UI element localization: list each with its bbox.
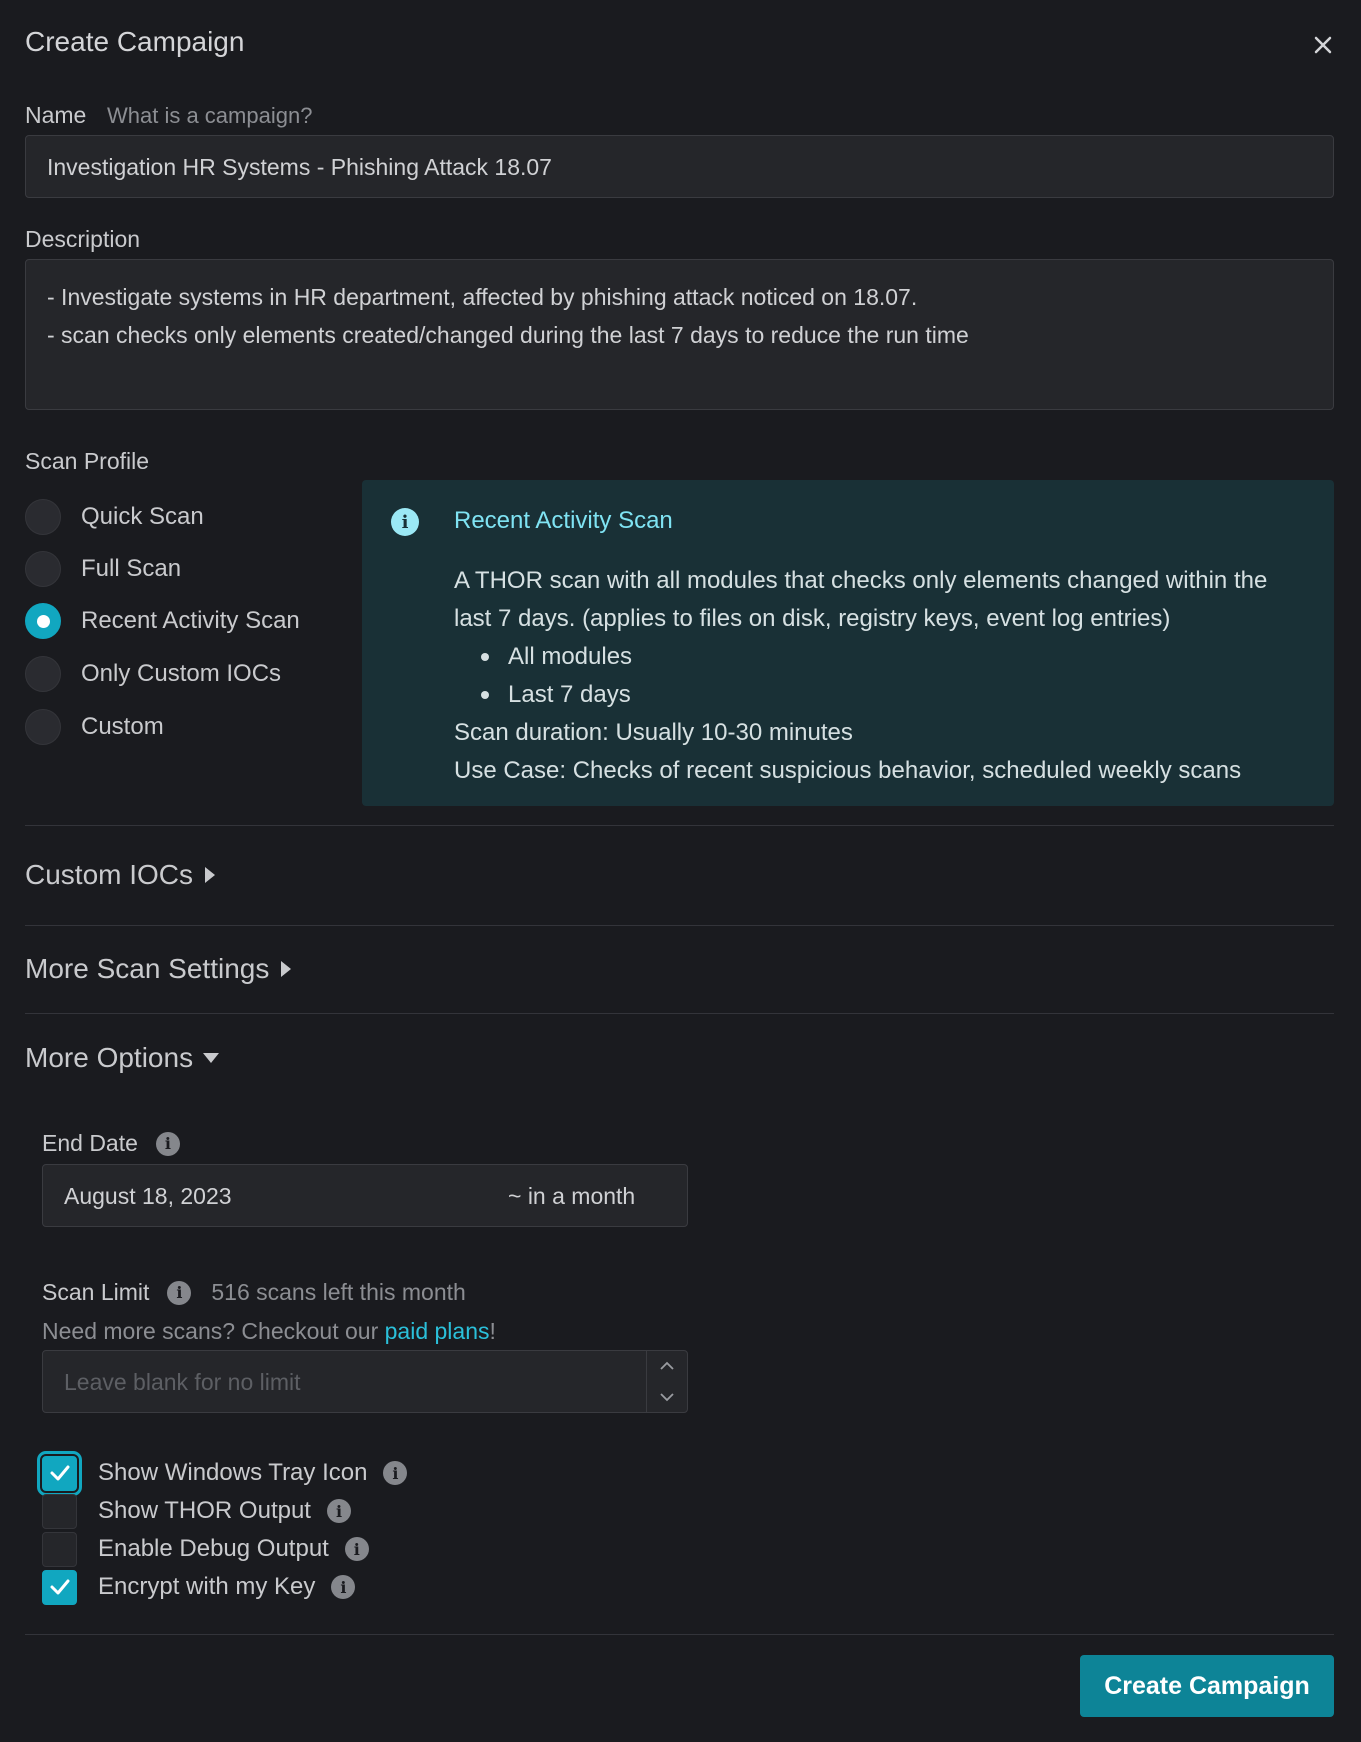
info-bullet: Last 7 days (454, 676, 1267, 714)
checkmark-icon (50, 1465, 69, 1481)
checkmark-icon (50, 1579, 69, 1595)
info-icon[interactable]: i (344, 1537, 369, 1561)
paid-plans-link[interactable]: paid plans (385, 1318, 490, 1344)
info-description-line-1: A THOR scan with all modules that checks… (454, 567, 1268, 594)
checkbox-row-tray-icon[interactable]: Show Windows Tray Icon i (37, 1450, 408, 1496)
checkbox-row-thor-output[interactable]: Show THOR Output i (42, 1493, 351, 1529)
radio-button[interactable] (25, 551, 61, 587)
info-icon[interactable]: i (155, 1131, 180, 1156)
radio-button[interactable] (25, 709, 61, 745)
end-date-label: End Date (42, 1130, 138, 1156)
description-line-1: - Investigate systems in HR department, … (47, 284, 918, 310)
end-date-value: August 18, 2023 (64, 1183, 232, 1209)
caret-down-icon (203, 1053, 220, 1063)
checkbox-checked[interactable] (37, 1450, 82, 1496)
checkbox[interactable] (42, 1531, 77, 1567)
description-textarea[interactable]: - Investigate systems in HR department, … (25, 259, 1334, 410)
divider (25, 1634, 1334, 1635)
radio-dot (36, 614, 50, 628)
scan-profile-label: Scan Profile (25, 448, 150, 474)
radio-only-custom-iocs[interactable]: Only Custom IOCs (25, 656, 281, 692)
radio-full-scan[interactable]: Full Scan (25, 551, 181, 587)
divider (25, 1013, 1334, 1014)
chevron-down-icon (660, 1393, 674, 1402)
caret-right-icon (281, 961, 292, 977)
stepper-down-button[interactable] (647, 1382, 687, 1412)
radio-label: Quick Scan (81, 503, 204, 530)
caret-right-icon (205, 867, 216, 883)
chevron-up-icon (660, 1361, 674, 1370)
radio-label: Full Scan (81, 555, 182, 582)
bullet-dot (481, 691, 489, 699)
end-date-label-row: End Date i (42, 1130, 180, 1157)
scan-limit-label: Scan Limit (42, 1279, 150, 1305)
description-line-2: - scan checks only elements created/chan… (47, 322, 969, 348)
description-label: Description (25, 226, 141, 252)
scan-profile-info-panel: i Recent Activity Scan A THOR scan with … (362, 480, 1334, 806)
name-input[interactable]: Investigation HR Systems - Phishing Atta… (25, 135, 1334, 198)
info-description-line-2: last 7 days. (applies to files on disk, … (454, 605, 1171, 632)
checkbox-label: Show Windows Tray Icon (98, 1459, 368, 1486)
scan-limit-placeholder: Leave blank for no limit (64, 1369, 301, 1395)
scan-limit-input[interactable]: Leave blank for no limit (42, 1350, 688, 1413)
bullet-text: All modules (508, 643, 633, 670)
info-icon[interactable]: i (167, 1280, 192, 1305)
name-input-value: Investigation HR Systems - Phishing Atta… (47, 154, 552, 180)
checkbox-label: Enable Debug Output (98, 1535, 329, 1562)
more-scan-settings-toggle[interactable]: More Scan Settings (25, 953, 292, 985)
checkbox-label: Encrypt with my Key (98, 1573, 316, 1600)
campaign-help-link[interactable]: What is a campaign? (107, 103, 312, 129)
close-icon[interactable] (1308, 30, 1338, 60)
stepper-up-button[interactable] (647, 1351, 687, 1381)
checkbox[interactable] (42, 1493, 77, 1529)
info-icon[interactable]: i (383, 1461, 408, 1485)
section-title: More Scan Settings (25, 953, 270, 984)
end-date-input[interactable]: August 18, 2023 ~ in a month (42, 1164, 688, 1227)
radio-button-selected[interactable] (25, 603, 61, 639)
section-title: More Options (25, 1042, 194, 1073)
checkbox-row-debug-output[interactable]: Enable Debug Output i (42, 1531, 369, 1567)
more-options-toggle[interactable]: More Options (25, 1042, 220, 1074)
scan-limit-label-row: Scan Limit i 516 scans left this month (42, 1279, 466, 1306)
name-label: Name (25, 102, 87, 128)
checkbox-label: Show THOR Output (98, 1497, 311, 1524)
info-icon[interactable]: i (331, 1575, 356, 1599)
radio-label: Custom (81, 713, 164, 740)
radio-quick-scan[interactable]: Quick Scan (25, 499, 204, 535)
radio-label: Only Custom IOCs (81, 660, 282, 687)
radio-button[interactable] (25, 499, 61, 535)
bullet-text: Last 7 days (508, 681, 631, 708)
custom-iocs-toggle[interactable]: Custom IOCs (25, 859, 216, 891)
info-bullet: All modules (454, 638, 1267, 676)
info-icon[interactable]: i (326, 1499, 351, 1523)
create-campaign-button[interactable]: Create Campaign (1080, 1655, 1334, 1717)
radio-recent-activity-scan[interactable]: Recent Activity Scan (25, 603, 300, 639)
radio-label: Recent Activity Scan (81, 607, 300, 634)
info-use-case: Use Case: Checks of recent suspicious be… (454, 757, 1242, 784)
dialog-title: Create Campaign (25, 26, 245, 57)
checkbox-checked[interactable] (42, 1569, 77, 1605)
upsell-prefix: Need more scans? Checkout our (42, 1318, 385, 1344)
checkbox-row-encrypt[interactable]: Encrypt with my Key i (42, 1569, 356, 1605)
upsell-text: Need more scans? Checkout our paid plans… (42, 1318, 496, 1345)
info-duration: Scan duration: Usually 10-30 minutes (454, 719, 853, 746)
info-body: A THOR scan with all modules that checks… (454, 562, 1267, 790)
divider (25, 825, 1334, 826)
info-icon: i (391, 508, 419, 536)
upsell-suffix: ! (489, 1318, 496, 1344)
radio-custom[interactable]: Custom (25, 709, 164, 745)
divider (25, 925, 1334, 926)
section-title: Custom IOCs (25, 859, 194, 890)
bullet-dot (481, 653, 489, 661)
end-date-relative: ~ in a month (508, 1183, 636, 1209)
scans-remaining: 516 scans left this month (211, 1279, 466, 1305)
radio-button[interactable] (25, 656, 61, 692)
info-title: Recent Activity Scan (454, 507, 673, 534)
